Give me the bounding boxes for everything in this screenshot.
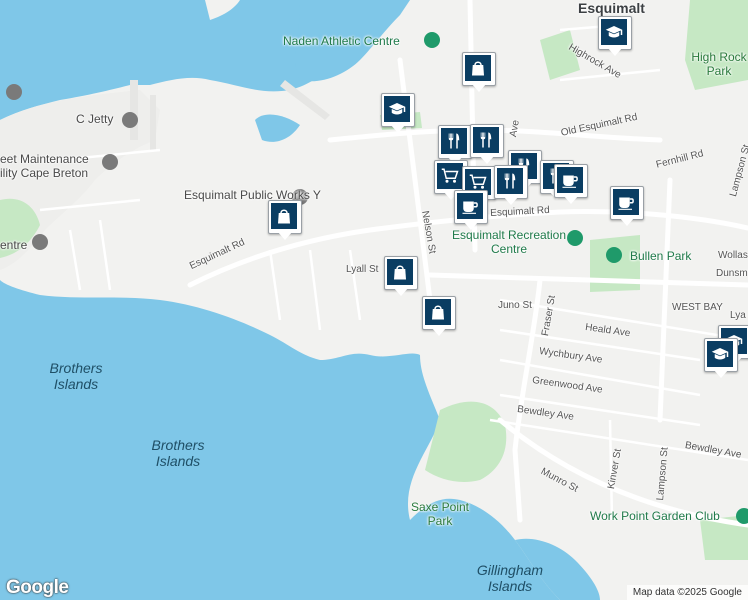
map-attribution: Map data ©2025 Google [626,585,748,600]
cafe-marker-1[interactable] [554,164,588,206]
esquimalt-label: Esquimalt [578,0,645,16]
coffee-cup-icon [457,193,483,219]
lyall-st-label: Lyall St [346,264,379,275]
bullen-park-dot [606,247,622,263]
shopping-cart-icon [437,163,463,189]
shopping-marker-top[interactable] [462,52,496,94]
shopping-bag-icon [425,299,451,325]
shopping-marker-lyall[interactable] [384,256,418,298]
centre-label: entre [0,238,28,252]
centre-dot [32,234,48,250]
school-marker-naden[interactable] [381,93,415,135]
naden-athletic-centre-label: Naden Athletic Centre [283,34,400,48]
west-bay-label: WEST BAY [672,302,723,313]
lya-label: Lya [730,310,746,321]
graduation-cap-icon [707,341,733,367]
cafe-marker-3[interactable] [610,186,644,228]
school-marker-top[interactable] [598,16,632,58]
naden-athletic-centre-dot [424,32,440,48]
google-logo: Google [6,577,69,598]
fork-knife-icon [497,168,523,194]
restaurant-marker-4[interactable] [494,165,528,207]
fork-knife-icon [441,128,467,154]
fork-knife-icon [473,127,499,153]
shopping-bag-icon [387,259,413,285]
shopping-bag-icon [465,55,491,81]
gillingham-islands-label: Gillingham Islands [476,562,544,594]
cape-breton-dot [102,154,118,170]
fleet-maintenance-label: eet Maintenance [0,152,89,166]
juno-st-label: Juno St [498,300,532,311]
bullen-park-label: Bullen Park [630,249,692,263]
restaurant-marker-2[interactable] [470,124,504,166]
brothers-islands-label-2: Brothers Islands [151,437,205,469]
building-dot-nw [6,84,22,100]
dunsmi-label: Dunsmi [716,268,748,279]
work-point-garden-club-label: Work Point Garden Club [590,509,720,523]
shopping-marker-publicworks[interactable] [268,200,302,242]
c-jetty-dot [122,112,138,128]
recreation-centre-dot [567,230,583,246]
cafe-marker-2[interactable] [454,190,488,232]
graduation-cap-icon [601,19,627,45]
shopping-bag-icon [271,203,297,229]
wollas-label: Wollas [718,250,748,261]
high-rock-park-label: High Rock Park [691,50,747,78]
shopping-marker-juno[interactable] [422,296,456,338]
saxe-point-park-label: Saxe Point Park [410,500,470,528]
graduation-cap-icon [384,96,410,122]
esquimalt-recreation-centre-label: Esquimalt Recreation Centre [451,228,567,256]
facility-cape-breton-label: ility Cape Breton [0,166,89,180]
brothers-islands-label-1: Brothers Islands [49,360,103,392]
coffee-cup-icon [557,167,583,193]
c-jetty-label: C Jetty [76,112,114,126]
coffee-cup-icon [613,189,639,215]
school-marker-right-2[interactable] [704,338,738,380]
